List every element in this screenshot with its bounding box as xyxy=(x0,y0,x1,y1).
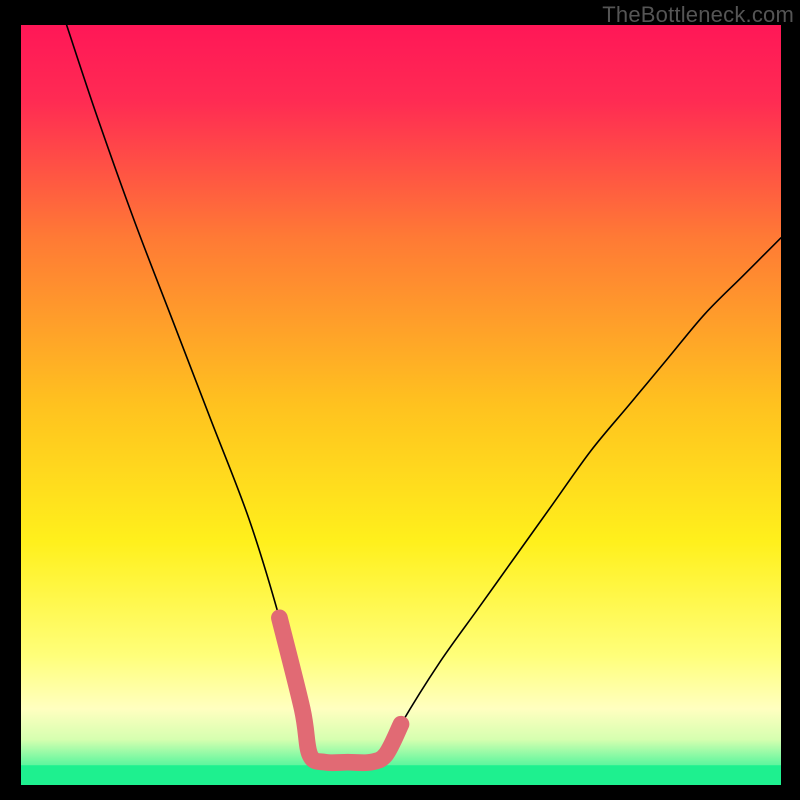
bottleneck-chart xyxy=(21,25,781,785)
baseline-band xyxy=(21,765,781,785)
plot-area xyxy=(21,25,781,785)
chart-frame: TheBottleneck.com xyxy=(0,0,800,800)
gradient-background xyxy=(21,25,781,785)
